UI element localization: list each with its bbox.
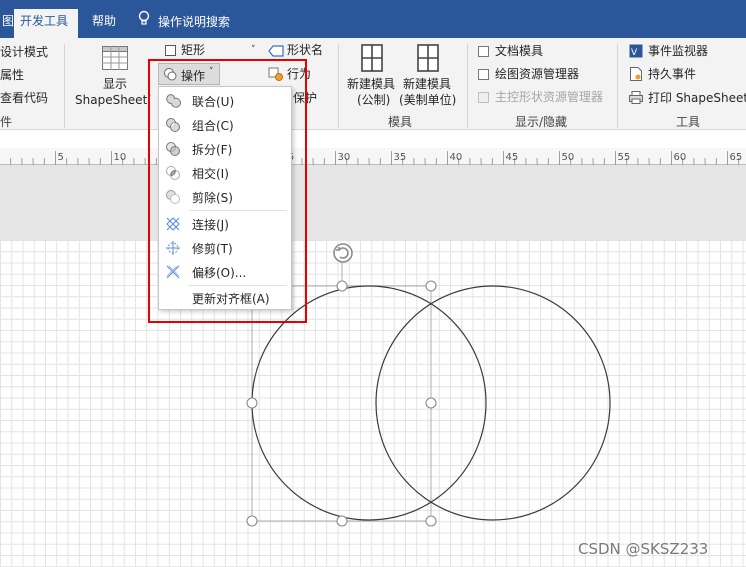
ruler-label: 50 — [562, 152, 575, 163]
rectangle-button[interactable]: 矩形 — [181, 42, 205, 58]
design-mode-button[interactable]: 设计模式 — [0, 44, 48, 60]
new-stencil-metric-label-1[interactable]: 新建模具 — [347, 76, 395, 92]
new-stencil-metric-label-2[interactable]: (公制) — [357, 92, 390, 108]
tab-developer[interactable]: 开发工具 — [14, 9, 78, 38]
ruler-label: 30 — [338, 152, 351, 163]
new-stencil-us-icon — [417, 44, 439, 75]
lightbulb-icon — [138, 10, 150, 34]
svg-text:V: V — [631, 48, 638, 58]
ruler-label: 65 — [730, 152, 743, 163]
drawing-canvas[interactable] — [0, 240, 746, 567]
ruler-label: 45 — [506, 152, 519, 163]
master-explorer-label: 主控形状资源管理器 — [495, 90, 604, 104]
tell-me-label: 操作说明搜索 — [158, 15, 231, 29]
ribbon-separator — [617, 44, 618, 128]
horizontal-ruler[interactable]: 510152025303540455055606570 — [0, 148, 746, 165]
ruler-label: 40 — [450, 152, 463, 163]
ribbon-separator — [64, 44, 65, 128]
ruler-label: 10 — [114, 152, 127, 163]
tell-me-search[interactable]: 操作说明搜索 — [138, 9, 230, 35]
controls-group-label: 件 — [0, 115, 13, 129]
persistent-events-button[interactable]: 持久事件 — [648, 66, 696, 82]
tools-group-label: 工具 — [676, 115, 701, 129]
new-stencil-us-label-2[interactable]: (美制单位) — [399, 92, 456, 108]
event-monitor-button[interactable]: 事件监视器 — [648, 43, 708, 59]
ribbon-tab-bar: 图 开发工具 帮助 操作说明搜索 — [0, 0, 746, 38]
master-explorer-checkbox[interactable] — [478, 92, 489, 103]
drawing-explorer-checkbox[interactable] — [478, 69, 489, 80]
new-stencil-us-label-1[interactable]: 新建模具 — [403, 76, 451, 92]
print-icon — [629, 91, 643, 107]
show-shapesheet-label-1[interactable]: 显示 — [103, 76, 127, 92]
show-shapesheet-label-2[interactable]: ShapeSheet — [75, 92, 147, 108]
persistent-events-icon — [630, 67, 642, 84]
shape-name-button[interactable]: 形状名 — [287, 42, 323, 58]
stencil-group-label: 模具 — [388, 115, 413, 129]
doc-stencil-checkbox[interactable] — [478, 46, 489, 57]
tab-help[interactable]: 帮助 — [86, 9, 122, 38]
shapesheet-icon — [102, 46, 128, 73]
ribbon-separator — [467, 44, 468, 128]
new-stencil-metric-icon — [361, 44, 383, 75]
ruler-ticks: 510152025303540455055606570 — [10, 151, 743, 165]
show-hide-group-label: 显示/隐藏 — [515, 115, 568, 129]
ruler-label: 5 — [58, 152, 64, 163]
event-monitor-icon: V — [629, 44, 643, 61]
drawing-explorer-label: 绘图资源管理器 — [495, 67, 580, 81]
ruler-label: 55 — [618, 152, 631, 163]
view-code-button[interactable]: 查看代码 — [0, 90, 48, 106]
watermark-text: CSDN @SKSZ233 — [578, 540, 709, 558]
page-margin-area — [0, 165, 746, 240]
print-shapesheet-button[interactable]: 打印 ShapeSheet — [648, 90, 746, 106]
ribbon-separator — [338, 44, 339, 128]
rectangle-icon — [165, 45, 176, 56]
ribbon-panel: 设计模式 属性 查看代码 件 显示 ShapeSheet ˅ 矩形 ˅ 形状名 … — [0, 38, 746, 130]
chevron-down-icon[interactable]: ˅ — [251, 42, 256, 58]
doc-stencil-label: 文档模具 — [495, 44, 544, 58]
highlight-annotation-box — [148, 59, 307, 323]
ruler-label: 35 — [394, 152, 407, 163]
ruler-label: 60 — [674, 152, 687, 163]
properties-button[interactable]: 属性 — [0, 67, 24, 83]
